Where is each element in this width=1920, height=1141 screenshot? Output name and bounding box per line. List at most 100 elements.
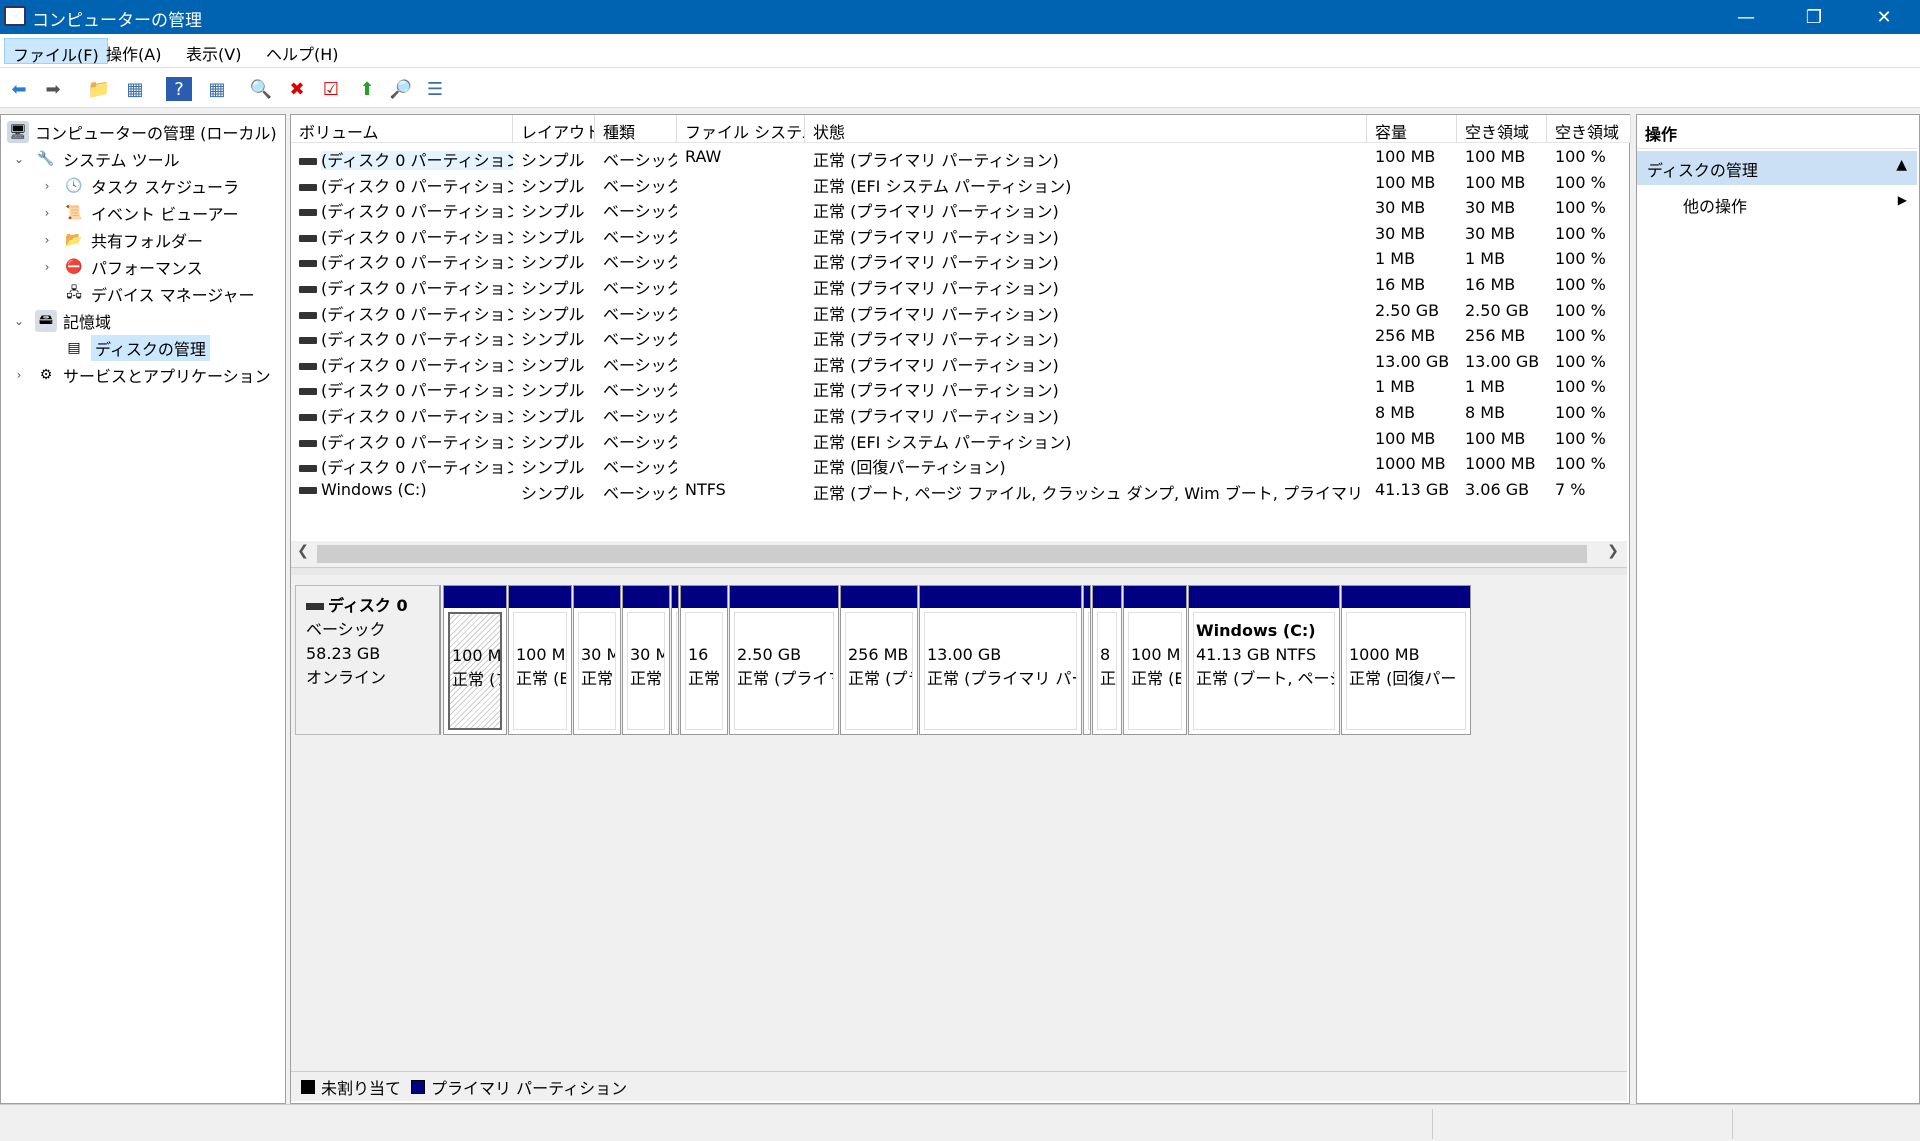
toolbar: ⬅ ➡ 📁 ▦ ? ▦ 🔍 ✖ ☑ ⬆ 🔎 ☰	[0, 68, 1920, 108]
chevron-down-icon[interactable]: ⌄	[11, 314, 27, 328]
tree-item-root[interactable]: 🖥 コンピューターの管理 (ローカル)	[7, 119, 277, 145]
volume-cell-name: (ディスク 0 パーティション 6)	[291, 275, 513, 299]
volume-row[interactable]: (ディスク 0 パーティション 3) シンプルベーシック 正常 (プライマリ パーテ…	[291, 196, 1631, 222]
actions-more[interactable]: 他の操作 ▶	[1637, 187, 1917, 221]
scroll-right-icon[interactable]: ❯	[1603, 543, 1623, 563]
pane-splitter[interactable]	[291, 567, 1627, 575]
column-volume[interactable]: ボリューム	[291, 115, 513, 143]
menu-view[interactable]: 表示(V)	[178, 38, 249, 64]
partition-block[interactable]: 16 正常	[680, 585, 728, 735]
shared-folder-icon: 📂	[65, 232, 83, 248]
volume-row[interactable]: (ディスク 0 パーティション 1) シンプルベーシック RAW 正常 (プライマリ …	[291, 145, 1631, 171]
partition-block[interactable]: 100 MB 正常 (E	[508, 585, 572, 735]
chevron-right-icon[interactable]: ›	[39, 260, 55, 274]
volume-row[interactable]: (ディスク 0 パーティション 12) シンプルベーシック 正常 (EFI システム…	[291, 427, 1631, 453]
volume-icon	[299, 260, 317, 268]
tree-item-services-apps[interactable]: › ⚙ サービスとアプリケーション	[11, 362, 271, 388]
column-filesystem[interactable]: ファイル システム	[677, 115, 805, 143]
volume-cell-layout: シンプル	[521, 279, 585, 298]
volume-row[interactable]: (ディスク 0 パーティション 9) シンプルベーシック 正常 (プライマリ パーテ…	[291, 350, 1631, 376]
tree-item-performance[interactable]: › ⛔ パフォーマンス	[39, 254, 203, 280]
partition-block[interactable]	[1083, 585, 1091, 735]
partition-block[interactable]: 100 MB 正常 (プ	[443, 585, 507, 735]
properties-icon[interactable]: ☑	[318, 77, 344, 101]
scrollbar-thumb[interactable]	[317, 545, 1587, 563]
volume-row[interactable]: (ディスク 0 パーティション 8) シンプルベーシック 正常 (プライマリ パーテ…	[291, 324, 1631, 350]
search-icon[interactable]: 🔎	[388, 77, 414, 101]
window-title: コンピューターの管理	[32, 11, 202, 31]
column-layout[interactable]: レイアウト	[513, 115, 595, 143]
close-button[interactable]: ✕	[1854, 0, 1914, 34]
chevron-down-icon[interactable]: ⌄	[11, 152, 27, 166]
column-type[interactable]: 種類	[595, 115, 677, 143]
volume-row[interactable]: (ディスク 0 パーティション 6) シンプルベーシック 正常 (プライマリ パーテ…	[291, 273, 1631, 299]
column-free-percent[interactable]: 空き領域	[1547, 115, 1631, 143]
volume-row[interactable]: Windows (C:) シンプル ベーシック NTFS 正常 (ブート, ページ ファ…	[291, 478, 1631, 504]
volume-cell-capacity: 100 MB	[1375, 147, 1436, 166]
partition-block[interactable]: 256 MB 正常 (プラ	[840, 585, 918, 735]
up-folder-icon[interactable]: 📁	[86, 77, 112, 101]
tree-item-task-scheduler[interactable]: › 🕓 タスク スケジューラ	[39, 173, 239, 199]
column-capacity[interactable]: 容量	[1367, 115, 1457, 143]
partition-block[interactable]: 30 M 正常	[573, 585, 621, 735]
column-free-space[interactable]: 空き領域	[1457, 115, 1547, 143]
chevron-right-icon[interactable]: ›	[39, 206, 55, 220]
show-action-pane-icon[interactable]: ▦	[204, 77, 230, 101]
list-view-icon[interactable]: ☰	[422, 77, 448, 101]
volume-name: (ディスク 0 パーティション 12)	[321, 432, 513, 452]
menu-file[interactable]: ファイル(F)	[4, 38, 108, 65]
partition-block[interactable]: 2.50 GB 正常 (プライマリ	[729, 585, 839, 735]
partition-block[interactable]: 100 MB 正常 (E	[1123, 585, 1187, 735]
tree-item-device-manager[interactable]: 🖧 デバイス マネージャー	[63, 281, 254, 307]
minimize-button[interactable]: —	[1716, 0, 1776, 34]
delete-icon[interactable]: ✖	[284, 77, 310, 101]
forward-icon[interactable]: ➡	[40, 77, 66, 101]
volume-row[interactable]: (ディスク 0 パーティション 11) シンプルベーシック 正常 (プライマリ パー…	[291, 401, 1631, 427]
menu-help[interactable]: ヘルプ(H)	[258, 38, 347, 64]
tree-item-system-tools[interactable]: ⌄ 🔧 システム ツール	[11, 146, 180, 172]
help-icon[interactable]: ?	[166, 77, 192, 101]
volume-name: (ディスク 0 パーティション 2)	[321, 176, 513, 196]
disk-0-label[interactable]: ディスク 0 ベーシック 58.23 GB オンライン	[295, 585, 441, 735]
volume-row[interactable]: (ディスク 0 パーティション 10) シンプルベーシック 正常 (プライマリ パー…	[291, 375, 1631, 401]
volume-cell-layout: シンプル	[521, 253, 585, 273]
partition-status: 正常 (回復パー	[1349, 669, 1457, 688]
partition-block[interactable]: 1000 MB 正常 (回復パー	[1341, 585, 1471, 735]
actions-section-disk-management[interactable]: ディスクの管理 ▲	[1637, 151, 1917, 185]
collapse-icon[interactable]: ▲	[1896, 157, 1907, 173]
volume-name: (ディスク 0 パーティション 15)	[321, 458, 513, 478]
partition-type-bar	[444, 586, 506, 608]
partition-block[interactable]: 30 M 正常	[622, 585, 670, 735]
tree-item-event-viewer[interactable]: › 📜 イベント ビューアー	[39, 200, 239, 226]
partition-block[interactable]: 13.00 GB 正常 (プライマリ パー	[919, 585, 1082, 735]
show-hide-tree-icon[interactable]: ▦	[122, 77, 148, 101]
scroll-left-icon[interactable]: ❮	[293, 543, 313, 563]
tree-item-disk-management[interactable]: ▤ ディスクの管理	[63, 335, 210, 361]
partition-block[interactable]: Windows (C:) 41.13 GB NTFS 正常 (ブート, ページ ファ…	[1188, 585, 1340, 735]
menu-action[interactable]: 操作(A)	[98, 38, 169, 64]
volume-row[interactable]: (ディスク 0 パーティション 7) シンプルベーシック 正常 (プライマリ パーテ…	[291, 299, 1631, 325]
tree-item-shared-folders[interactable]: › 📂 共有フォルダー	[39, 227, 203, 253]
chevron-right-icon[interactable]: ›	[11, 368, 27, 382]
volume-cell-type: ベーシック	[603, 253, 677, 273]
partition-type-bar	[681, 586, 727, 608]
volume-row[interactable]: (ディスク 0 パーティション 15) シンプルベーシック 正常 (回復パーティショ…	[291, 452, 1631, 478]
column-status[interactable]: 状態	[805, 115, 1367, 143]
back-icon[interactable]: ⬅	[6, 77, 32, 101]
volume-row[interactable]: (ディスク 0 パーティション 4) シンプルベーシック 正常 (プライマリ パーテ…	[291, 222, 1631, 248]
tree-item-storage[interactable]: ⌄ 🖴 記憶域	[11, 308, 111, 334]
connect-icon[interactable]: 🔍	[248, 77, 274, 101]
restore-button[interactable]: ❐	[1784, 0, 1844, 34]
volume-cell-free: 100 MB	[1465, 428, 1526, 448]
chevron-right-icon[interactable]: ›	[39, 179, 55, 193]
partition-size: 256 MB	[848, 645, 909, 664]
export-icon[interactable]: ⬆	[354, 77, 380, 101]
chevron-right-icon[interactable]: ›	[39, 233, 55, 247]
volume-cell-name: (ディスク 0 パーティション 3)	[291, 198, 513, 222]
partition-block[interactable]	[671, 585, 679, 735]
disk-icon: ▤	[67, 340, 81, 356]
volume-row[interactable]: (ディスク 0 パーティション 2) シンプルベーシック 正常 (EFI システム …	[291, 171, 1631, 197]
horizontal-scrollbar[interactable]: ❮ ❯	[291, 541, 1627, 567]
volume-row[interactable]: (ディスク 0 パーティション 5) シンプルベーシック 正常 (プライマリ パーテ…	[291, 247, 1631, 273]
partition-block[interactable]: 8正	[1092, 585, 1122, 735]
